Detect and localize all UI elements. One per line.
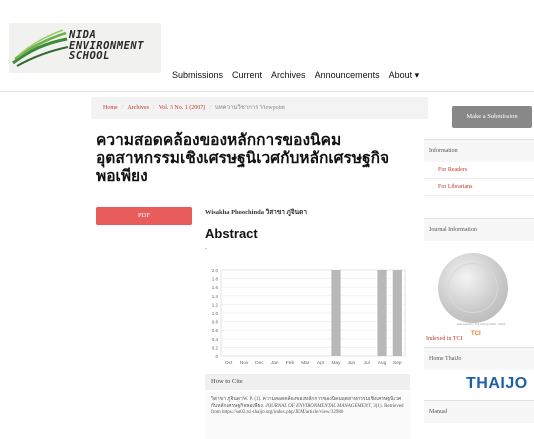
- chart-y-tick-label: 0.8: [212, 320, 219, 325]
- link-for-librarians[interactable]: For Librarians: [424, 179, 534, 196]
- nav-current[interactable]: Current: [232, 70, 262, 81]
- downloads-chart: 2.0 1.8 1.6 1.4 1.2 1.0 0.8 0.6 0.4 0.2 0 Oct Nov Dec…: [212, 268, 406, 366]
- chart-x-tick-label: May: [331, 360, 341, 366]
- chart-y-tick-label: 1.4: [212, 294, 219, 299]
- badge-caption: Approved by TCI during 2020 - 2024: [456, 322, 506, 326]
- chart-x-tick-label: Sep: [393, 360, 402, 366]
- abstract-heading: Abstract: [205, 226, 258, 241]
- information-heading: Information: [424, 140, 534, 162]
- chart-y-tick-label: 0.2: [212, 345, 219, 350]
- nav-announcements[interactable]: Announcements: [315, 70, 380, 81]
- chart-x-tick-label: Jun: [347, 360, 355, 366]
- chart-bar-may[interactable]: [331, 270, 341, 356]
- chart-x-tick-label: Apr: [317, 360, 325, 366]
- chart-x-tick-label: Aug: [378, 360, 387, 366]
- chart-x-tick-label: Jul: [364, 360, 370, 366]
- sidebar-journal-info: Journal Information: [424, 218, 534, 241]
- site-header: NIDA ENVIRONMENT SCHOOL Submissions Curr…: [0, 0, 534, 92]
- chart-x-tick-label: Dec: [255, 360, 264, 366]
- abstract-text: -: [205, 246, 208, 253]
- thaijo-logo[interactable]: THAIJO: [466, 375, 528, 393]
- article-authors: Wisakha Phoochinda วิสาขา ภู่จินดา: [205, 209, 307, 216]
- sidebar-manual: Manual: [424, 400, 534, 423]
- sidebar-home-thaijo: Home ThaiJo: [424, 347, 534, 370]
- site-logo[interactable]: NIDA ENVIRONMENT SCHOOL: [9, 23, 161, 73]
- chart-x-tick-label: Feb: [286, 360, 295, 366]
- chart-y-tick-label: 0.4: [212, 337, 219, 342]
- chart-y-tick-label: 1.2: [212, 302, 219, 307]
- pdf-button[interactable]: PDF: [96, 207, 192, 225]
- make-submission-button[interactable]: Make a Submission: [452, 106, 532, 128]
- tci-certification-badge: [438, 253, 508, 323]
- chart-x-tick-label: Nov: [240, 360, 249, 366]
- logo-text: NIDA ENVIRONMENT SCHOOL: [69, 29, 145, 62]
- chart-y-tick-label: 2.0: [212, 268, 219, 273]
- nav-about[interactable]: About ▾: [389, 70, 420, 81]
- nav-submissions[interactable]: Submissions: [172, 70, 223, 81]
- chart-y-tick-label: 1.0: [212, 311, 219, 316]
- article-page: NIDA ENVIRONMENT SCHOOL Submissions Curr…: [0, 0, 534, 439]
- breadcrumb-current: บทความวิชาการ Viewpoint: [214, 105, 285, 111]
- breadcrumb-issue[interactable]: Vol. 3 No. 1 (2007): [159, 105, 206, 111]
- chart-y-tick-label: 1.8: [212, 277, 219, 282]
- chart-x-tick-label: Oct: [225, 360, 233, 366]
- indexed-in-tci-link[interactable]: Indexed in TCI: [426, 336, 463, 342]
- article-title: ความสอดคล้องของหลักการของนิคมอุตสาหกรรมเ…: [96, 131, 390, 185]
- breadcrumb-archives[interactable]: Archives: [127, 105, 149, 111]
- citation-journal: JOURNAL OF ENVIRONMENTAL MANAGEMENT: [265, 403, 371, 409]
- home-thaijo-heading: Home ThaiJo: [424, 348, 534, 370]
- breadcrumb: Home / Archives / Vol. 3 No. 1 (2007) / บทความ…: [91, 97, 428, 119]
- manual-heading: Manual: [424, 401, 534, 423]
- leaf-swoosh-icon: [12, 29, 69, 67]
- chart-y-tick-label: 0.6: [212, 328, 219, 333]
- chart-bar-aug[interactable]: [377, 270, 387, 356]
- chart-bar-sep[interactable]: [392, 270, 402, 356]
- main-nav: Submissions Current Archives Announcemen…: [172, 70, 419, 81]
- journal-info-heading: Journal Information: [424, 219, 534, 241]
- nav-archives[interactable]: Archives: [271, 70, 306, 81]
- chart-x-tick-label: Jan: [271, 360, 279, 366]
- sidebar-information: Information For Readers For Librarians: [424, 139, 534, 196]
- chart-y-tick-label: 1.6: [212, 285, 219, 290]
- breadcrumb-home[interactable]: Home: [103, 105, 118, 111]
- link-for-readers[interactable]: For Readers: [424, 162, 534, 179]
- tci-logo: TCI: [471, 331, 481, 337]
- how-to-cite-heading: How to Cite: [205, 374, 410, 390]
- citation-text: วิสาขา ภู่จินดาW. P. (1). ความสอดคล้องขอ…: [205, 392, 410, 439]
- chart-y-tick-label: 0: [215, 354, 218, 359]
- chart-x-tick-label: Mar: [301, 360, 310, 366]
